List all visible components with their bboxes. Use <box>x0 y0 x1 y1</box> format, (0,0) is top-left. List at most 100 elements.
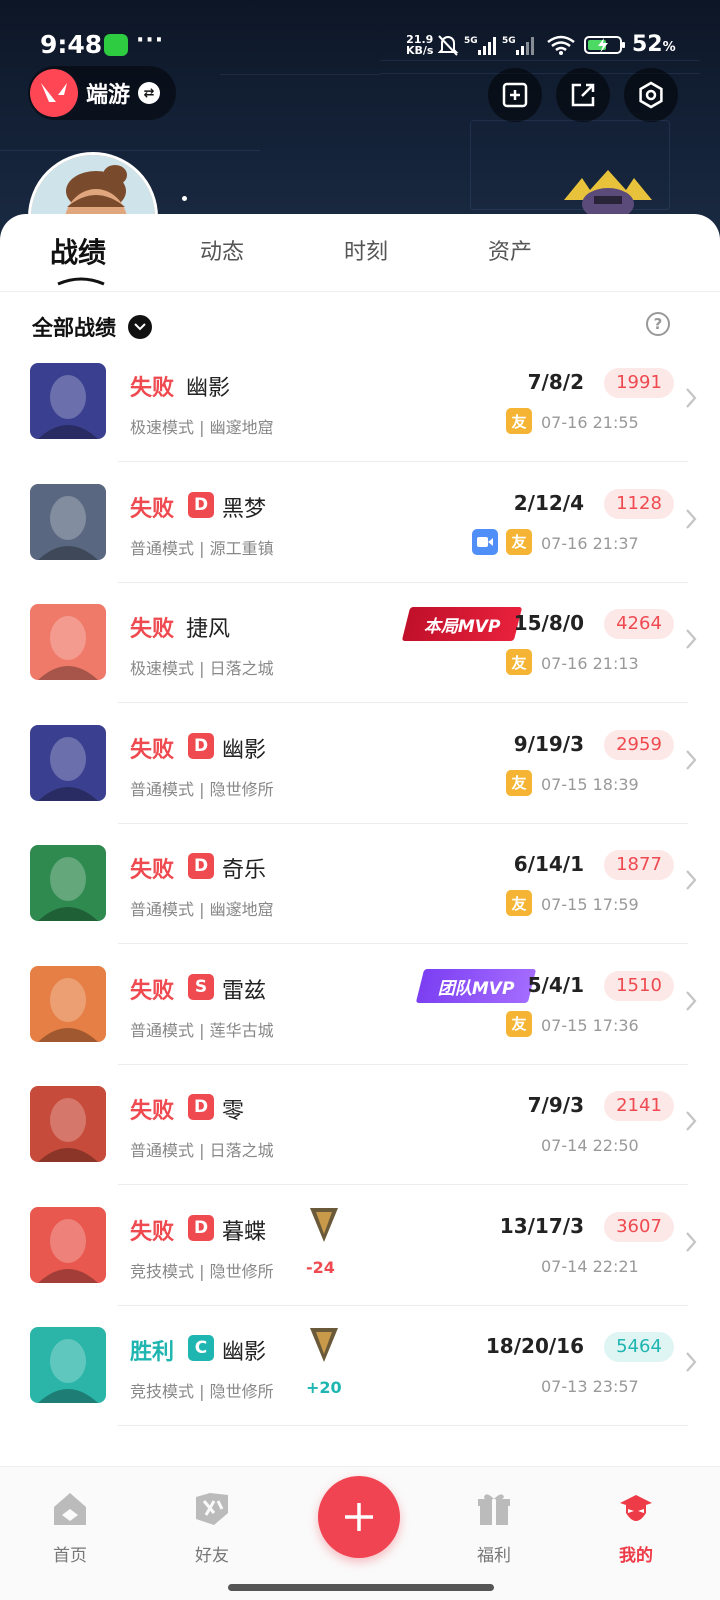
chevron-right-icon <box>684 989 698 1013</box>
match-mode-map: 竞技模式 | 隐世修所 <box>130 1261 274 1281</box>
rank-badge-icon <box>308 1204 340 1244</box>
more-notifications-icon: ··· <box>136 28 165 53</box>
tab-moments[interactable]: 时刻 <box>344 234 388 266</box>
match-time: 07-14 22:50 <box>541 1136 639 1155</box>
agent-portrait-icon <box>30 965 106 1042</box>
agent-portrait <box>30 1327 106 1403</box>
rank-badge-icon <box>308 1324 340 1364</box>
match-time: 07-16 21:13 <box>541 654 639 673</box>
tab-assets[interactable]: 资产 <box>488 234 532 266</box>
combat-score: 3607 <box>604 1211 674 1242</box>
agent-portrait-icon <box>30 363 106 439</box>
combat-score: 4264 <box>604 609 674 639</box>
match-row[interactable]: 失败 D 幽影 普通模式 | 隐世修所 9/19/3 2959 友 07-15 18:39 <box>0 702 720 824</box>
kda: 15/8/0 <box>513 611 584 635</box>
match-row[interactable]: 失败 幽影 极速模式 | 幽邃地窟 7/8/2 1991 友 07-16 21:55 <box>0 340 720 462</box>
match-time: 07-14 22:21 <box>541 1256 639 1276</box>
match-time: 07-16 21:37 <box>541 533 639 553</box>
grade-badge: D <box>188 1214 214 1241</box>
video-camera-icon[interactable] <box>472 528 498 555</box>
agent-name: 幽影 <box>186 376 231 401</box>
mvp-label: 本局MVP <box>423 616 501 637</box>
nav-home[interactable]: 首页 <box>30 1489 110 1566</box>
friend-badge: 友 <box>506 890 532 916</box>
match-time: 07-15 18:39 <box>541 774 639 794</box>
valorant-logo-icon <box>30 69 78 117</box>
nav-profile-label: 我的 <box>619 1546 653 1566</box>
match-row[interactable]: 胜利 C 幽影 竞技模式 | 隐世修所 +20 18/20/16 5464 07-13 23:… <box>0 1304 720 1426</box>
app-switch-button[interactable]: 端游 ⇄ <box>28 66 176 120</box>
nav-profile[interactable]: 我的 <box>596 1489 676 1566</box>
match-mode-map: 普通模式 | 隐世修所 <box>130 779 274 799</box>
agent-name: 奇乐 <box>222 858 267 883</box>
tab-active-indicator <box>57 277 105 286</box>
battery-percent: 52% <box>632 32 676 57</box>
tab-bar: 战绩 动态 时刻 资产 <box>0 214 720 292</box>
match-result: 失败 <box>130 376 175 401</box>
match-time: 07-15 17:36 <box>541 1015 639 1035</box>
combat-score: 2959 <box>604 729 674 760</box>
agent-portrait <box>30 1206 106 1283</box>
share-button[interactable] <box>556 68 610 122</box>
grade-badge: C <box>188 1335 214 1361</box>
status-time: 9:48 <box>40 30 103 59</box>
combat-score: 5464 <box>604 1332 674 1362</box>
match-row[interactable]: 失败 S 雷兹 普通模式 | 莲华古城 团队MVP 5/4/1 1510 友 07-15 17:… <box>0 943 720 1065</box>
kda: 18/20/16 <box>485 1334 584 1358</box>
network-speed: 21.9 KB/s <box>406 33 434 57</box>
agent-name: 幽影 <box>222 737 267 763</box>
agent-portrait-icon <box>30 845 106 921</box>
mascot-icon <box>564 170 652 220</box>
share-icon <box>571 83 595 107</box>
agent-name: 幽影 <box>222 1340 267 1365</box>
nav-friends-label: 好友 <box>195 1546 229 1566</box>
grade-badge: D <box>188 853 214 879</box>
kda: 7/8/2 <box>527 370 584 394</box>
match-time: 07-13 23:57 <box>541 1377 639 1396</box>
match-row[interactable]: 失败 D 黑梦 普通模式 | 源工重镇 2/12/4 1128 友 07-16 21:37 <box>0 461 720 583</box>
settings-hexagon-icon <box>639 81 663 109</box>
kda: 2/12/4 <box>513 490 584 515</box>
settings-button[interactable] <box>624 68 678 122</box>
match-result: 失败 <box>130 978 175 1004</box>
chevron-right-icon <box>684 1350 698 1374</box>
agent-portrait <box>30 724 106 801</box>
match-mode-map: 普通模式 | 源工重镇 <box>130 538 274 558</box>
match-time: 07-15 17:59 <box>541 895 639 914</box>
agent-name: 雷兹 <box>222 978 267 1004</box>
mute-bell-icon <box>437 35 459 56</box>
match-result: 胜利 <box>130 1340 175 1365</box>
chevron-right-icon <box>684 627 698 651</box>
profile-icon <box>620 1495 652 1521</box>
mvp-label: 团队MVP <box>437 978 515 998</box>
kda: 13/17/3 <box>499 1213 584 1238</box>
create-button[interactable] <box>318 1476 400 1558</box>
tab-match-history[interactable]: 战绩 <box>50 231 106 271</box>
nav-rewards[interactable]: 福利 <box>454 1489 534 1566</box>
agent-portrait <box>30 845 106 921</box>
help-icon[interactable]: ? <box>646 312 670 336</box>
add-post-button[interactable] <box>488 68 542 122</box>
kda: 5/4/1 <box>527 972 584 997</box>
signal-5g-icon-1: 5G <box>464 36 496 55</box>
agent-portrait-icon <box>30 483 106 560</box>
nav-friends[interactable]: 好友 <box>172 1489 252 1566</box>
mvp-badge: 团队MVP <box>415 968 537 1003</box>
match-filter-dropdown[interactable]: 全部战绩 <box>32 312 152 342</box>
filter-label: 全部战绩 <box>32 316 116 340</box>
agent-name: 黑梦 <box>222 496 267 522</box>
grade-badge: D <box>188 1094 214 1120</box>
match-row[interactable]: 失败 D 零普通模式 | 日落之城 7/9/3 2141 07-14 22:50 <box>0 1063 720 1185</box>
tab-dynamics[interactable]: 动态 <box>200 234 244 266</box>
match-row[interactable]: 失败 D 奇乐 普通模式 | 幽邃地窟 6/14/1 1877 友 07-15 17:59 <box>0 822 720 944</box>
match-row[interactable]: 失败 捷风 极速模式 | 日落之城 本局MVP 15/8/0 4264 友 07-16 21:… <box>0 581 720 703</box>
kda: 9/19/3 <box>513 731 584 756</box>
kda: 7/9/3 <box>527 1093 584 1117</box>
row-divider <box>118 1425 688 1426</box>
match-result: 失败 <box>130 737 175 763</box>
match-mode-map: 极速模式 | 日落之城 <box>130 659 274 678</box>
svg-text:5G: 5G <box>502 36 516 46</box>
match-result: 失败 <box>130 858 175 883</box>
mvp-badge: 本局MVP <box>401 607 523 641</box>
match-row[interactable]: 失败 D 暮蝶 竞技模式 | 隐世修所 -24 13/17/3 3607 07-14 22:2… <box>0 1184 720 1306</box>
